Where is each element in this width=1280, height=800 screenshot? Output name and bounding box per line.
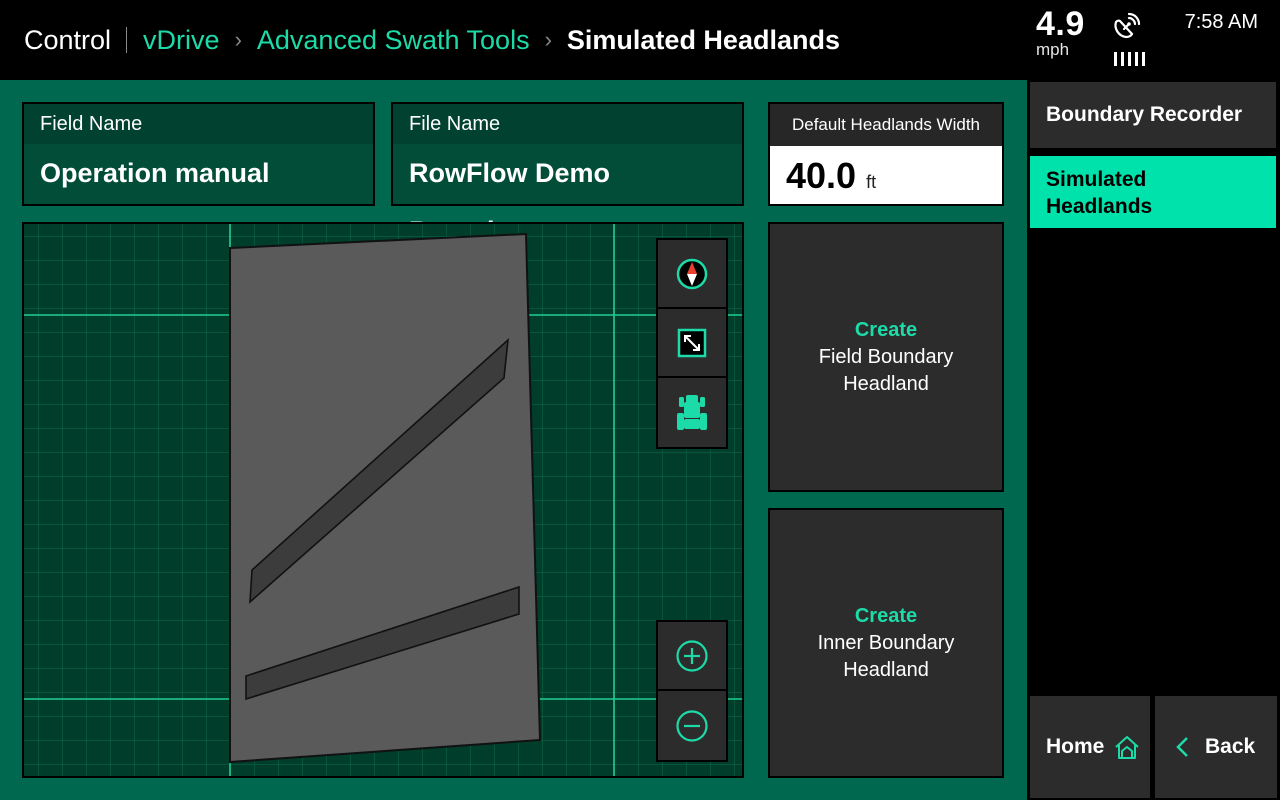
sidebar-item-boundary-recorder[interactable]: Boundary Recorder (1030, 82, 1276, 148)
action-label-line1: Field Boundary (818, 345, 954, 368)
home-button[interactable]: Home (1030, 696, 1150, 798)
headlands-width-label: Default Headlands Width (770, 104, 1002, 146)
center-vehicle-button[interactable] (658, 378, 726, 447)
breadcrumb-advanced-swath-tools[interactable]: Advanced Swath Tools (257, 25, 530, 56)
file-name-label: File Name (393, 104, 742, 144)
fit-extents-icon (677, 328, 707, 357)
map-view[interactable] (22, 222, 744, 778)
headlands-width-box[interactable]: Default Headlands Width 40.0 ft (768, 102, 1004, 206)
field-name-label: Field Name (24, 104, 373, 144)
headlands-width-field[interactable]: 40.0 ft (770, 146, 1002, 204)
speed-value: 4.9 (1036, 5, 1085, 43)
gps-status[interactable] (1110, 12, 1152, 68)
clock: 7:58 AM (1184, 11, 1258, 33)
compass-icon (676, 258, 708, 289)
field-name-box[interactable]: Field Name Operation manual (22, 102, 375, 206)
breadcrumb-control[interactable]: Control (24, 25, 111, 56)
back-label: Back (1205, 735, 1256, 758)
breadcrumb: Control vDrive › Advanced Swath Tools › … (24, 22, 840, 58)
home-label: Home (1046, 735, 1105, 758)
satellite-dish-icon (1114, 12, 1141, 39)
zoom-out-button[interactable] (658, 691, 726, 760)
map-tools (656, 238, 728, 449)
create-field-boundary-headland-button[interactable]: Create Field Boundary Headland (768, 222, 1004, 492)
action-label-line2: Headland (843, 372, 929, 395)
chevron-left-icon (1176, 737, 1188, 757)
main-panel: Field Name Operation manual File Name Ro… (0, 80, 1027, 800)
map-canvas[interactable] (24, 224, 742, 776)
compass-button[interactable] (658, 240, 726, 309)
sidebar-item-label: Simulated Headlands (1046, 167, 1153, 218)
fit-extents-button[interactable] (658, 309, 726, 378)
home-icon (1115, 736, 1140, 759)
create-inner-boundary-headland-button[interactable]: Create Inner Boundary Headland (768, 508, 1004, 778)
zoom-in-icon (676, 639, 708, 672)
zoom-in-button[interactable] (658, 622, 726, 691)
sidebar-item-label: Boundary Recorder (1046, 103, 1243, 126)
tractor-icon (677, 394, 707, 430)
signal-bars-icon (1114, 52, 1145, 66)
headlands-width-unit: ft (866, 172, 877, 192)
action-label-line2: Headland (843, 658, 929, 681)
sidebar: Boundary Recorder Simulated Headlands Ho… (1027, 80, 1280, 800)
zoom-controls (656, 620, 728, 762)
breadcrumb-vdrive[interactable]: vDrive (143, 25, 220, 56)
create-label: Create (854, 318, 918, 341)
chevron-right-icon: › (234, 27, 242, 52)
sidebar-item-simulated-headlands[interactable]: Simulated Headlands (1030, 156, 1276, 228)
top-bar: Control vDrive › Advanced Swath Tools › … (0, 0, 1280, 80)
headlands-width-value: 40.0 (786, 155, 857, 196)
field-name-value: Operation manual (40, 158, 270, 188)
chevron-right-icon: › (544, 27, 552, 52)
page-title: Simulated Headlands (566, 24, 840, 55)
zoom-out-icon (676, 709, 708, 742)
action-label-line1: Inner Boundary (817, 631, 955, 654)
breadcrumb-divider (126, 27, 128, 53)
back-button[interactable]: Back (1155, 696, 1277, 798)
create-label: Create (854, 604, 918, 627)
file-name-box[interactable]: File Name RowFlow Demo Boundary (391, 102, 744, 246)
speed-readout: 4.9 mph (1036, 4, 1085, 60)
